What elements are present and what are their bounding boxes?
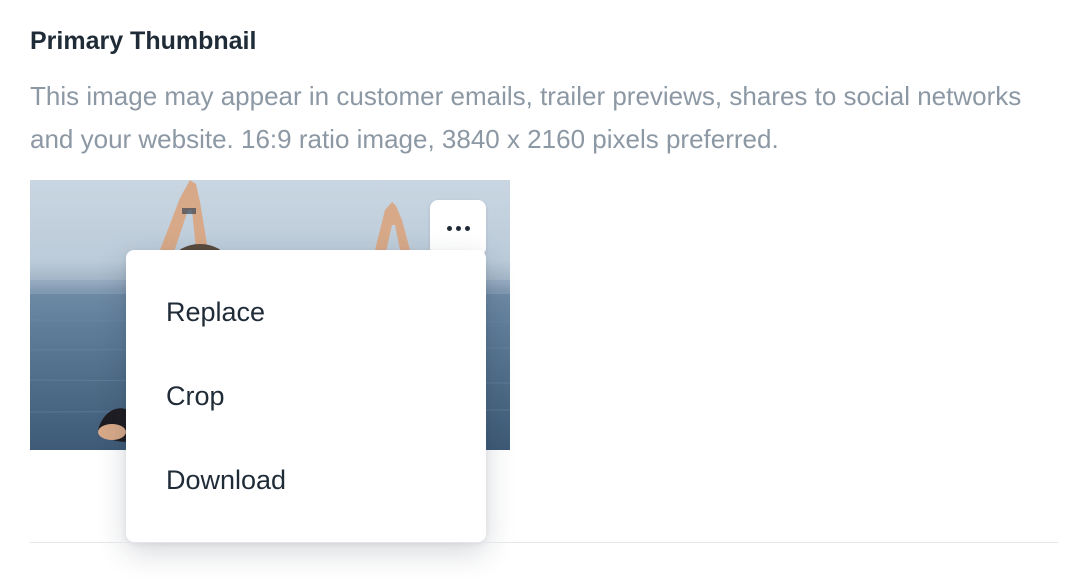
primary-thumbnail-section: Primary Thumbnail This image may appear …	[0, 0, 1084, 580]
menu-item-download[interactable]: Download	[126, 438, 486, 522]
section-divider	[30, 542, 1058, 543]
more-horizontal-icon	[446, 225, 470, 231]
more-options-button[interactable]	[430, 200, 486, 256]
section-title: Primary Thumbnail	[30, 27, 257, 55]
thumbnail-options-menu: Replace Crop Download	[126, 250, 486, 542]
section-description: This image may appear in customer emails…	[30, 81, 1022, 154]
menu-item-replace[interactable]: Replace	[126, 270, 486, 354]
menu-item-crop[interactable]: Crop	[126, 354, 486, 438]
